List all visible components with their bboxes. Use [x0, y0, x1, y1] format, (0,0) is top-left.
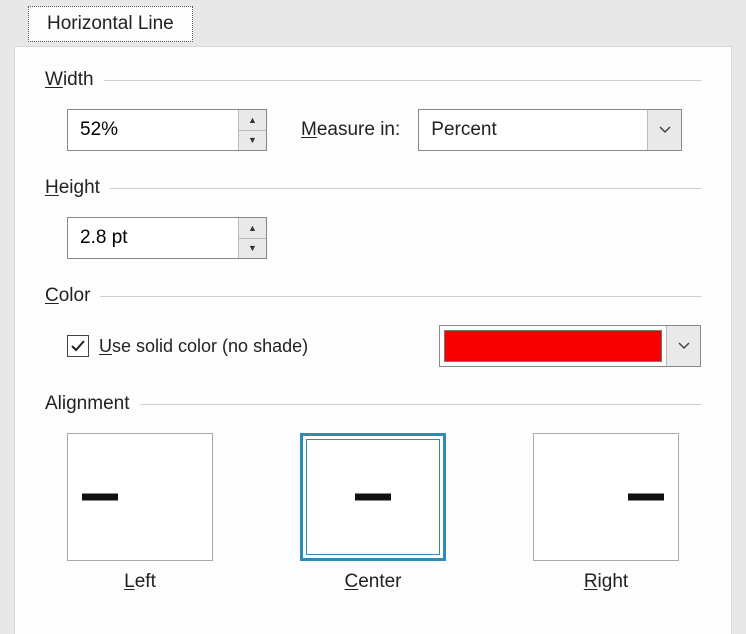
alignment-right-label: Right [584, 571, 628, 593]
alignment-center-option[interactable] [300, 433, 446, 561]
alignment-center-label: Center [344, 571, 401, 593]
width-group-label: Width [45, 69, 701, 91]
chevron-down-icon [678, 342, 690, 350]
height-group-label: Height [45, 177, 701, 199]
align-center-icon [355, 494, 391, 501]
height-spinner[interactable]: ▲ ▼ [67, 217, 267, 259]
measure-in-value: Percent [419, 110, 647, 150]
width-spinner[interactable]: ▲ ▼ [67, 109, 267, 151]
align-left-icon [82, 494, 118, 501]
alignment-left-option[interactable] [67, 433, 213, 561]
height-spin-up[interactable]: ▲ [239, 218, 266, 238]
width-spin-up[interactable]: ▲ [239, 110, 266, 130]
measure-in-chevron[interactable] [647, 110, 681, 150]
alignment-right-option[interactable] [533, 433, 679, 561]
checkmark-icon [70, 338, 86, 354]
color-dropdown[interactable] [439, 325, 701, 367]
height-spin-down[interactable]: ▼ [239, 238, 266, 259]
use-solid-color-checkbox[interactable] [67, 335, 89, 357]
alignment-group-label: Alignment [45, 393, 701, 415]
measure-in-dropdown[interactable]: Percent [418, 109, 682, 151]
color-dropdown-chevron[interactable] [666, 326, 700, 366]
measure-in-label: Measure in: [301, 119, 400, 141]
tab-horizontal-line[interactable]: Horizontal Line [28, 6, 193, 42]
dialog-panel: Width ▲ ▼ Measure in: Percent [14, 46, 732, 634]
color-group-label: Color [45, 285, 701, 307]
use-solid-color-label: Use solid color (no shade) [99, 336, 308, 357]
height-input[interactable] [68, 218, 238, 258]
width-input[interactable] [68, 110, 238, 150]
width-spin-down[interactable]: ▼ [239, 130, 266, 151]
tab-label: Horizontal Line [47, 13, 174, 34]
alignment-left-label: Left [124, 571, 156, 593]
chevron-down-icon [659, 126, 671, 134]
color-swatch [444, 330, 662, 362]
align-right-icon [628, 494, 664, 501]
